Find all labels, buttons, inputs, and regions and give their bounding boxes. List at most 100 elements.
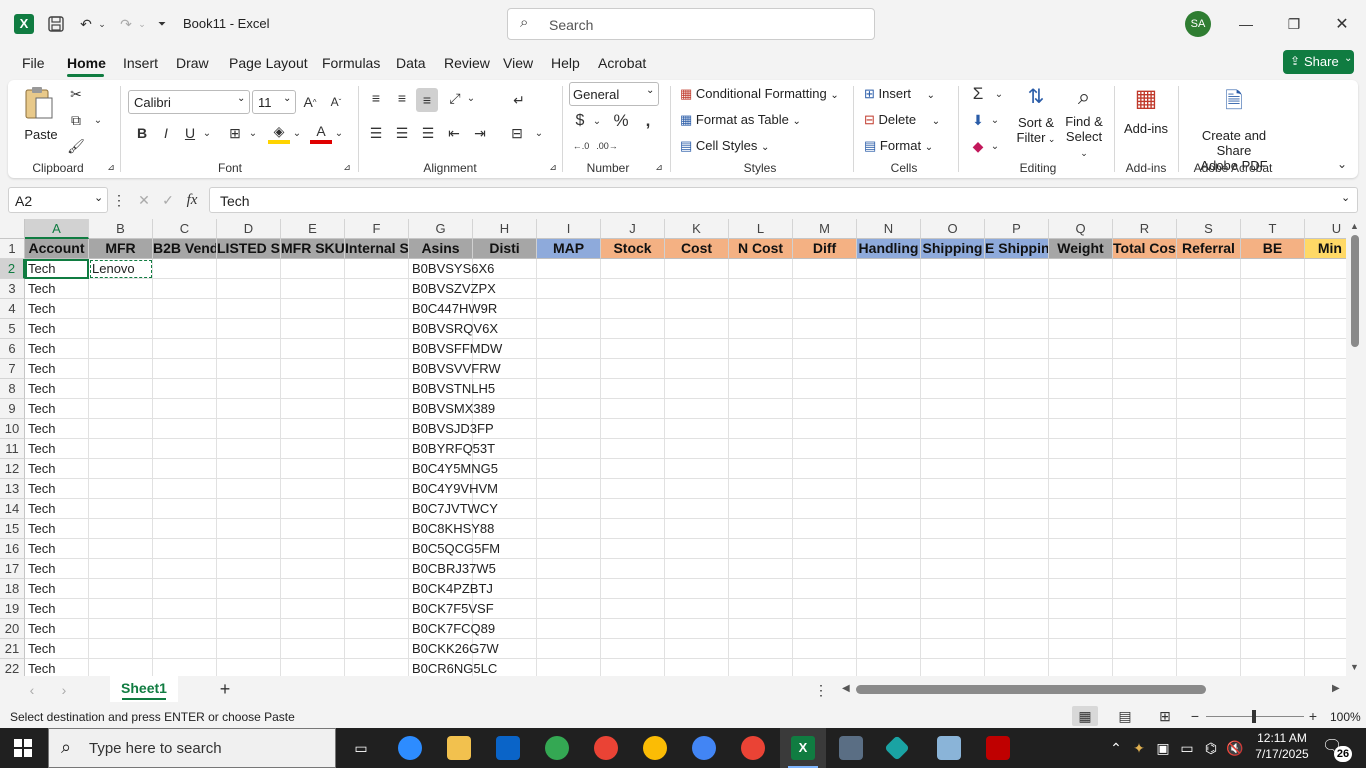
account-cell[interactable]: Tech [25,559,89,579]
empty-cell[interactable] [601,299,665,319]
empty-cell[interactable] [1113,379,1177,399]
empty-cell[interactable] [473,299,537,319]
empty-cell[interactable] [1049,439,1113,459]
empty-cell[interactable] [857,399,921,419]
empty-cell[interactable] [729,299,793,319]
empty-cell[interactable] [985,319,1049,339]
empty-cell[interactable] [153,539,217,559]
merge-center-icon[interactable]: ⊟ [506,122,528,144]
empty-cell[interactable] [281,559,345,579]
empty-cell[interactable] [1177,259,1241,279]
autosum-icon[interactable]: Σ [968,84,988,104]
empty-cell[interactable] [153,339,217,359]
tab-view[interactable]: View [503,55,533,71]
align-middle-icon[interactable]: ≡ [392,88,412,108]
cancel-entry-icon[interactable]: ✕ [134,189,154,211]
empty-cell[interactable] [1113,499,1177,519]
mfr-cell[interactable] [89,639,153,659]
empty-cell[interactable] [665,659,729,676]
font-color-icon[interactable]: A [310,122,332,144]
row-header[interactable]: 18 [0,579,25,599]
empty-cell[interactable] [665,259,729,279]
empty-cell[interactable] [1049,299,1113,319]
zoom-app-icon[interactable] [398,736,422,760]
bold-button[interactable]: B [132,122,152,144]
mfr-cell[interactable] [89,479,153,499]
header-cell[interactable]: Diff [793,239,857,259]
empty-cell[interactable] [921,459,985,479]
empty-cell[interactable] [217,579,281,599]
empty-cell[interactable] [921,539,985,559]
header-cell[interactable]: Disti [473,239,537,259]
wrap-text-icon[interactable]: ↵ [508,88,530,112]
empty-cell[interactable] [1305,659,1346,676]
empty-cell[interactable] [921,639,985,659]
tab-home[interactable]: Home [67,55,106,71]
empty-cell[interactable] [537,499,601,519]
next-sheet-icon[interactable]: › [56,680,72,700]
row-header[interactable]: 22 [0,659,25,676]
name-box[interactable]: A2 ⌄ [8,187,108,213]
format-painter-icon[interactable]: 🖌 [66,136,86,156]
empty-cell[interactable] [729,259,793,279]
empty-cell[interactable] [537,399,601,419]
empty-cell[interactable] [857,519,921,539]
empty-cell[interactable] [153,359,217,379]
empty-cell[interactable] [985,379,1049,399]
empty-cell[interactable] [793,559,857,579]
account-cell[interactable]: Tech [25,639,89,659]
customize-qat-icon[interactable]: ⏷ [154,12,170,36]
empty-cell[interactable] [537,619,601,639]
font-name-select[interactable]: Calibri ⌄ [128,90,250,114]
empty-cell[interactable] [1177,319,1241,339]
column-header[interactable]: M [793,219,857,239]
empty-cell[interactable] [281,399,345,419]
column-header[interactable]: J [601,219,665,239]
asin-cell[interactable]: B0CK7FCQ89 [409,619,495,639]
empty-cell[interactable] [601,459,665,479]
empty-cell[interactable] [665,299,729,319]
account-cell[interactable]: Tech [25,459,89,479]
empty-cell[interactable] [601,519,665,539]
underline-dropdown-icon[interactable]: ⌄ [202,122,212,144]
column-header[interactable]: C [153,219,217,239]
delete-cells-button[interactable]: ⊟ Delete ⌄ [864,112,940,128]
zoom-level[interactable]: 100% [1330,710,1361,724]
empty-cell[interactable] [1177,419,1241,439]
empty-cell[interactable] [857,659,921,676]
empty-cell[interactable] [665,579,729,599]
empty-cell[interactable] [217,479,281,499]
empty-cell[interactable] [601,419,665,439]
empty-cell[interactable] [729,499,793,519]
empty-cell[interactable] [793,619,857,639]
empty-cell[interactable] [729,359,793,379]
empty-cell[interactable] [153,279,217,299]
empty-cell[interactable] [1241,419,1305,439]
align-center-icon[interactable]: ☰ [392,122,412,144]
empty-cell[interactable] [921,259,985,279]
page-layout-view-icon[interactable]: ▤ [1114,706,1136,726]
empty-cell[interactable] [473,479,537,499]
tab-acrobat[interactable]: Acrobat [598,55,646,71]
empty-cell[interactable] [217,379,281,399]
asin-cell[interactable]: B0CK4PZBTJ [409,579,493,599]
empty-cell[interactable] [1113,419,1177,439]
empty-cell[interactable] [1305,299,1346,319]
column-header[interactable]: S [1177,219,1241,239]
empty-cell[interactable] [473,399,537,419]
empty-cell[interactable] [1177,279,1241,299]
empty-cell[interactable] [1113,299,1177,319]
empty-cell[interactable] [1113,259,1177,279]
mfr-cell[interactable] [89,399,153,419]
asin-cell[interactable]: B0BVSYS6X6 [409,259,494,279]
empty-cell[interactable] [281,419,345,439]
empty-cell[interactable] [1049,579,1113,599]
font-size-select[interactable]: 11 ⌄ [252,90,296,114]
empty-cell[interactable] [601,559,665,579]
empty-cell[interactable] [153,479,217,499]
expand-formula-icon[interactable]: ⌄ [1341,191,1350,204]
empty-cell[interactable] [217,359,281,379]
empty-cell[interactable] [985,299,1049,319]
header-cell[interactable]: MFR [89,239,153,259]
row-header[interactable]: 20 [0,619,25,639]
